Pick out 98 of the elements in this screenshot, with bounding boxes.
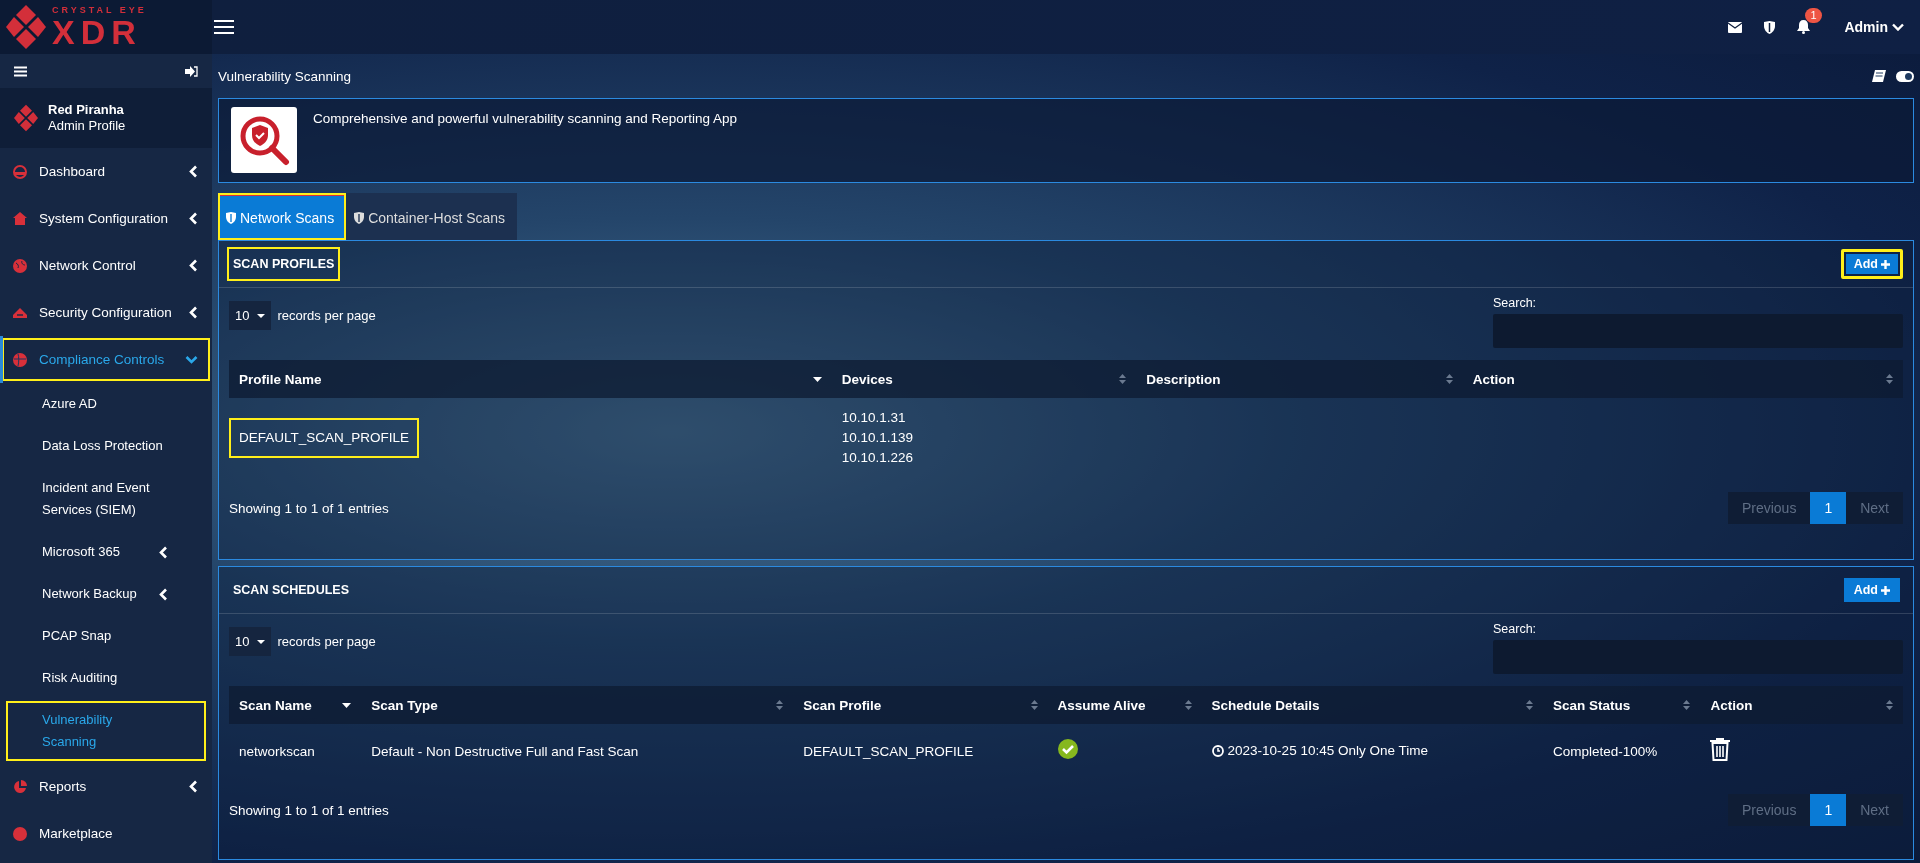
plus-icon bbox=[1881, 259, 1890, 269]
column-header[interactable]: Scan Name bbox=[229, 686, 362, 724]
notification-badge: 1 bbox=[1805, 8, 1822, 23]
toggle-icon[interactable] bbox=[1896, 70, 1914, 82]
sidebar-subitem[interactable]: Network Backup bbox=[4, 573, 208, 615]
column-header[interactable]: Schedule Details bbox=[1201, 686, 1544, 724]
sort-down-icon bbox=[812, 376, 822, 382]
search-label: Search: bbox=[1493, 296, 1538, 310]
sort-down-icon bbox=[342, 702, 352, 708]
app-description: Comprehensive and powerful vulnerability scanning and Reporting App bbox=[313, 110, 737, 128]
sort-icon bbox=[776, 700, 784, 710]
column-header[interactable]: Scan Type bbox=[361, 686, 794, 724]
sort-icon bbox=[1886, 374, 1893, 384]
magnifier-shield-icon bbox=[238, 114, 290, 166]
user-menu[interactable]: Admin bbox=[1844, 19, 1904, 35]
table-cell-text: DEFAULT_SCAN_PROFILE bbox=[802, 743, 975, 761]
sidebar-subitem[interactable]: PCAP Snap bbox=[4, 615, 208, 657]
profile-name: Red Piranha bbox=[48, 102, 125, 118]
column-header[interactable]: Devices bbox=[831, 360, 1137, 398]
menu-icon[interactable] bbox=[14, 65, 27, 77]
sidebar-item[interactable]: Security Configuration bbox=[0, 289, 212, 336]
caret-down-icon bbox=[257, 639, 266, 644]
table-cell-text: networkscan bbox=[238, 743, 316, 761]
page-button[interactable]: 1 bbox=[1810, 794, 1847, 826]
sidebar-subitem[interactable]: Vulnerability Scanning bbox=[4, 699, 208, 763]
bell-icon[interactable] bbox=[1797, 20, 1811, 34]
menu-icon[interactable] bbox=[214, 19, 234, 35]
roof-icon bbox=[13, 307, 27, 318]
logo-icon bbox=[14, 104, 38, 132]
caret-down-icon bbox=[257, 313, 266, 318]
chevron-down-icon bbox=[1892, 23, 1904, 31]
column-header[interactable]: Action bbox=[1700, 686, 1903, 724]
panel-title: SCAN SCHEDULES bbox=[232, 582, 350, 599]
sort-icon bbox=[1526, 700, 1534, 710]
sign-out-icon[interactable] bbox=[185, 65, 198, 77]
table-cell-text: 10.10.1.31 10.10.1.139 10.10.1.226 bbox=[841, 409, 914, 467]
profile-role: Admin Profile bbox=[48, 118, 126, 133]
chevron-left-icon bbox=[159, 587, 168, 601]
table-cell: DEFAULT_SCAN_PROFILE bbox=[231, 420, 418, 456]
page-button[interactable]: 1 bbox=[1810, 492, 1847, 524]
column-header[interactable]: Assume Alive bbox=[1047, 686, 1202, 724]
table-cell-text: Default - Non Destructive Full and Fast Scan bbox=[370, 743, 640, 761]
sidebar-item[interactable]: Dashboard bbox=[0, 148, 212, 195]
circle-icon bbox=[13, 826, 27, 841]
column-header[interactable]: Scan Status bbox=[1543, 686, 1701, 724]
sidebar-item[interactable]: System Configuration bbox=[0, 195, 212, 242]
globe-icon bbox=[13, 258, 27, 273]
shield-icon bbox=[226, 212, 236, 224]
search-field[interactable] bbox=[1493, 314, 1903, 348]
plus-icon bbox=[1881, 585, 1890, 595]
sort-icon bbox=[1184, 700, 1192, 710]
sidebar-item[interactable]: Network Control bbox=[0, 242, 212, 289]
table-cell-text: Completed-100% bbox=[1552, 743, 1659, 761]
sort-icon bbox=[1119, 374, 1127, 384]
table-cell: 2023-10-25 10:45 Only One Time bbox=[1211, 741, 1428, 761]
add-button[interactable]: Add bbox=[1840, 249, 1903, 279]
sidebar-subitem[interactable]: Incident and Event Services (SIEM) bbox=[4, 467, 208, 531]
pie-chart-icon bbox=[13, 779, 27, 794]
sidebar-item[interactable]: Reports bbox=[0, 763, 212, 810]
book-icon[interactable] bbox=[1872, 70, 1886, 82]
tab[interactable]: Network Scans bbox=[218, 193, 347, 240]
clock-icon bbox=[1211, 745, 1224, 757]
page-length-label: records per page bbox=[277, 308, 376, 323]
page-title: Vulnerability Scanning bbox=[218, 68, 352, 84]
search-label: Search: bbox=[1493, 622, 1538, 636]
sidebar-subitem[interactable]: Microsoft 365 bbox=[4, 531, 208, 573]
sidebar-subitem[interactable]: Data Loss Protection bbox=[4, 425, 208, 467]
sidebar-item[interactable]: Marketplace bbox=[0, 810, 212, 857]
sidebar-subitem[interactable]: Azure AD bbox=[4, 383, 208, 425]
sort-icon bbox=[1030, 700, 1038, 710]
search-field[interactable] bbox=[1493, 640, 1903, 674]
shield-icon[interactable] bbox=[1764, 20, 1776, 34]
house-icon bbox=[13, 212, 27, 225]
page-length-select[interactable]: 10 bbox=[229, 301, 272, 330]
sort-icon bbox=[1683, 700, 1691, 710]
page-length-select[interactable]: 10 bbox=[229, 627, 272, 656]
chevron-left-icon bbox=[159, 545, 168, 559]
logo-icon bbox=[6, 5, 46, 49]
sidebar-subitem[interactable]: Risk Auditing bbox=[4, 657, 208, 699]
envelope-icon[interactable] bbox=[1728, 21, 1743, 33]
sort-icon bbox=[1445, 374, 1453, 384]
column-header[interactable]: Action bbox=[1462, 360, 1903, 398]
logo-tagline: CRYSTAL EYE bbox=[52, 5, 147, 15]
table-info: Showing 1 to 1 of 1 entries bbox=[229, 802, 389, 818]
shield-icon bbox=[354, 212, 365, 224]
tab[interactable]: Container-Host Scans bbox=[346, 193, 518, 240]
trash-icon[interactable] bbox=[1710, 737, 1731, 761]
globe-icon bbox=[13, 352, 27, 367]
table-info: Showing 1 to 1 of 1 entries bbox=[229, 500, 389, 516]
gauge-icon bbox=[13, 164, 27, 179]
column-header[interactable]: Description bbox=[1136, 360, 1463, 398]
sidebar-item[interactable]: Compliance Controls bbox=[0, 336, 212, 383]
column-header[interactable]: Scan Profile bbox=[793, 686, 1048, 724]
logo-wordmark: XDR bbox=[52, 14, 142, 49]
sort-icon bbox=[1886, 700, 1893, 710]
column-header[interactable]: Profile Name bbox=[229, 360, 832, 398]
panel-title: SCAN PROFILES bbox=[229, 249, 339, 279]
page-length-label: records per page bbox=[277, 634, 376, 649]
